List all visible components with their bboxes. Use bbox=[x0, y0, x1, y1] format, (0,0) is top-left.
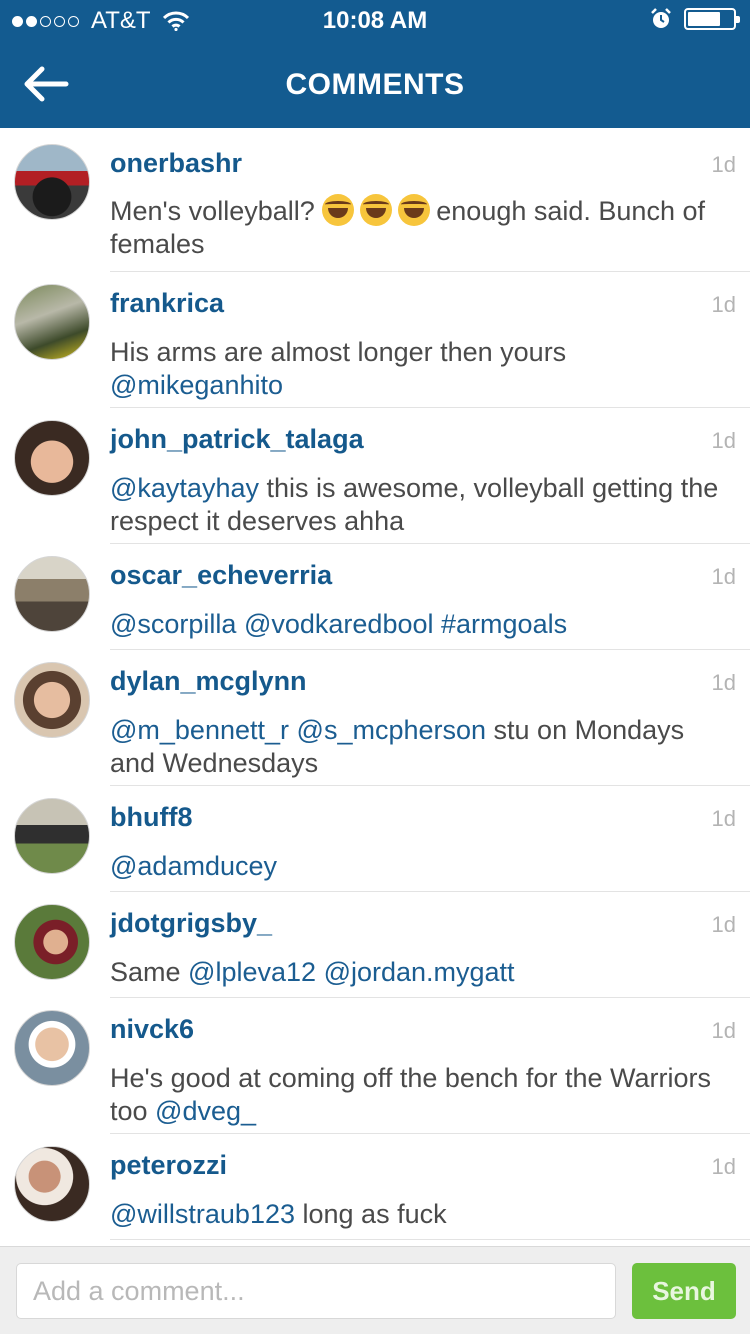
comment-text-segment: Same bbox=[110, 957, 189, 987]
avatar[interactable] bbox=[14, 284, 90, 360]
comment-timestamp: 1d bbox=[711, 912, 736, 937]
comment-text: @willstraub123 long as fuck bbox=[110, 1198, 732, 1231]
comment-item[interactable]: oscar_echeverria 1d @scorpilla @vodkaredbo… bbox=[0, 544, 750, 650]
comment-item[interactable]: nivck6 1d He's good at coming off the benc… bbox=[0, 998, 750, 1134]
avatar[interactable] bbox=[14, 420, 90, 496]
comment-item[interactable]: peterozzi 1d @willstraub123 long as fuck bbox=[0, 1134, 750, 1240]
battery-icon bbox=[684, 8, 740, 30]
comment-item[interactable]: frankrica 1d His arms are almost longer th… bbox=[0, 272, 750, 408]
comment-timestamp: 1d bbox=[711, 564, 736, 589]
comment-text-segment bbox=[434, 609, 442, 639]
comment-username[interactable]: bhuff8 bbox=[110, 802, 192, 833]
comment-username[interactable]: oscar_echeverria bbox=[110, 560, 332, 591]
comment-input[interactable] bbox=[16, 1263, 616, 1319]
comment-timestamp: 1d bbox=[711, 292, 736, 317]
comment-item[interactable]: onerbashr 1d Men's volleyball? enough said… bbox=[0, 128, 750, 272]
mention-link[interactable]: @dveg_ bbox=[155, 1096, 256, 1126]
hashtag-link[interactable]: #armgoals bbox=[441, 609, 567, 639]
status-bar: AT&T 10:08 AM bbox=[0, 0, 750, 40]
comment-text: @adamducey bbox=[110, 850, 732, 883]
comment-timestamp: 1d bbox=[711, 1018, 736, 1043]
comment-text-segment bbox=[316, 957, 324, 987]
comment-text-segment: Men's volleyball? bbox=[110, 196, 323, 226]
avatar[interactable] bbox=[14, 556, 90, 632]
avatar[interactable] bbox=[14, 1146, 90, 1222]
avatar[interactable] bbox=[14, 798, 90, 874]
alarm-clock-icon bbox=[651, 8, 671, 28]
comment-username[interactable]: dylan_mcglynn bbox=[110, 666, 307, 697]
mention-link[interactable]: @s_mcpherson bbox=[297, 715, 487, 745]
comment-text-segment: His arms are almost longer then yours bbox=[110, 337, 567, 367]
tears-of-joy-emoji-icon bbox=[398, 194, 431, 226]
row-divider bbox=[110, 1239, 750, 1240]
comment-item[interactable]: john_patrick_talaga 1d @kaytayhay this is … bbox=[0, 408, 750, 544]
comment-text-segment bbox=[289, 715, 297, 745]
comment-text: @kaytayhay this is awesome, volleyball g… bbox=[110, 472, 732, 538]
comment-username[interactable]: frankrica bbox=[110, 288, 224, 319]
comment-username[interactable]: peterozzi bbox=[110, 1150, 227, 1181]
comment-username[interactable]: onerbashr bbox=[110, 148, 242, 179]
comment-text: His arms are almost longer then yours @m… bbox=[110, 336, 732, 402]
comments-list[interactable]: onerbashr 1d Men's volleyball? enough said… bbox=[0, 128, 750, 1246]
avatar[interactable] bbox=[14, 1010, 90, 1086]
comment-username[interactable]: jdotgrigsby_ bbox=[110, 908, 272, 939]
comment-item[interactable]: dylan_mcglynn 1d @m_bennett_r @s_mcpherson… bbox=[0, 650, 750, 786]
mention-link[interactable]: @adamducey bbox=[110, 851, 277, 881]
status-time: 10:08 AM bbox=[322, 7, 428, 34]
comment-item[interactable]: jdotgrigsby_ 1d Same @lpleva12 @jordan.myg… bbox=[0, 892, 750, 998]
nav-header: AT&T 10:08 AM COMMENTS bbox=[0, 0, 750, 128]
mention-link[interactable]: @willstraub123 bbox=[110, 1199, 295, 1229]
send-button[interactable]: Send bbox=[632, 1263, 736, 1319]
mention-link[interactable]: @m_bennett_r bbox=[110, 715, 289, 745]
mention-link[interactable]: @kaytayhay bbox=[110, 473, 259, 503]
comment-timestamp: 1d bbox=[711, 670, 736, 695]
avatar[interactable] bbox=[14, 144, 90, 220]
comment-timestamp: 1d bbox=[711, 428, 736, 453]
mention-link[interactable]: @mikeganhito bbox=[110, 370, 283, 400]
comment-item[interactable]: bhuff8 1d @adamducey bbox=[0, 786, 750, 892]
comment-text: @m_bennett_r @s_mcpherson stu on Mondays… bbox=[110, 714, 732, 780]
comment-text: He's good at coming off the bench for th… bbox=[110, 1062, 732, 1128]
mention-link[interactable]: @scorpilla bbox=[110, 609, 236, 639]
battery-level bbox=[688, 12, 720, 26]
comment-username[interactable]: john_patrick_talaga bbox=[110, 424, 364, 455]
avatar[interactable] bbox=[14, 904, 90, 980]
comment-timestamp: 1d bbox=[711, 1154, 736, 1179]
comment-text-segment bbox=[236, 609, 244, 639]
comment-text: @scorpilla @vodkaredbool #armgoals bbox=[110, 608, 732, 641]
page-title: COMMENTS bbox=[285, 68, 465, 101]
comment-text-segment: long as fuck bbox=[295, 1199, 447, 1229]
mention-link[interactable]: @lpleva12 bbox=[188, 957, 316, 987]
comment-text: Same @lpleva12 @jordan.mygatt bbox=[110, 956, 732, 989]
comment-composer: Send bbox=[0, 1246, 750, 1334]
mention-link[interactable]: @vodkaredbool bbox=[244, 609, 434, 639]
comment-timestamp: 1d bbox=[711, 152, 736, 177]
avatar[interactable] bbox=[14, 662, 90, 738]
tears-of-joy-emoji-icon bbox=[322, 194, 355, 226]
battery-tip bbox=[736, 16, 740, 23]
status-right bbox=[650, 8, 740, 30]
tears-of-joy-emoji-icon bbox=[360, 194, 393, 226]
comment-username[interactable]: nivck6 bbox=[110, 1014, 194, 1045]
mention-link[interactable]: @jordan.mygatt bbox=[324, 957, 515, 987]
comment-text: Men's volleyball? enough said. Bunch of … bbox=[110, 194, 732, 261]
comment-timestamp: 1d bbox=[711, 806, 736, 831]
